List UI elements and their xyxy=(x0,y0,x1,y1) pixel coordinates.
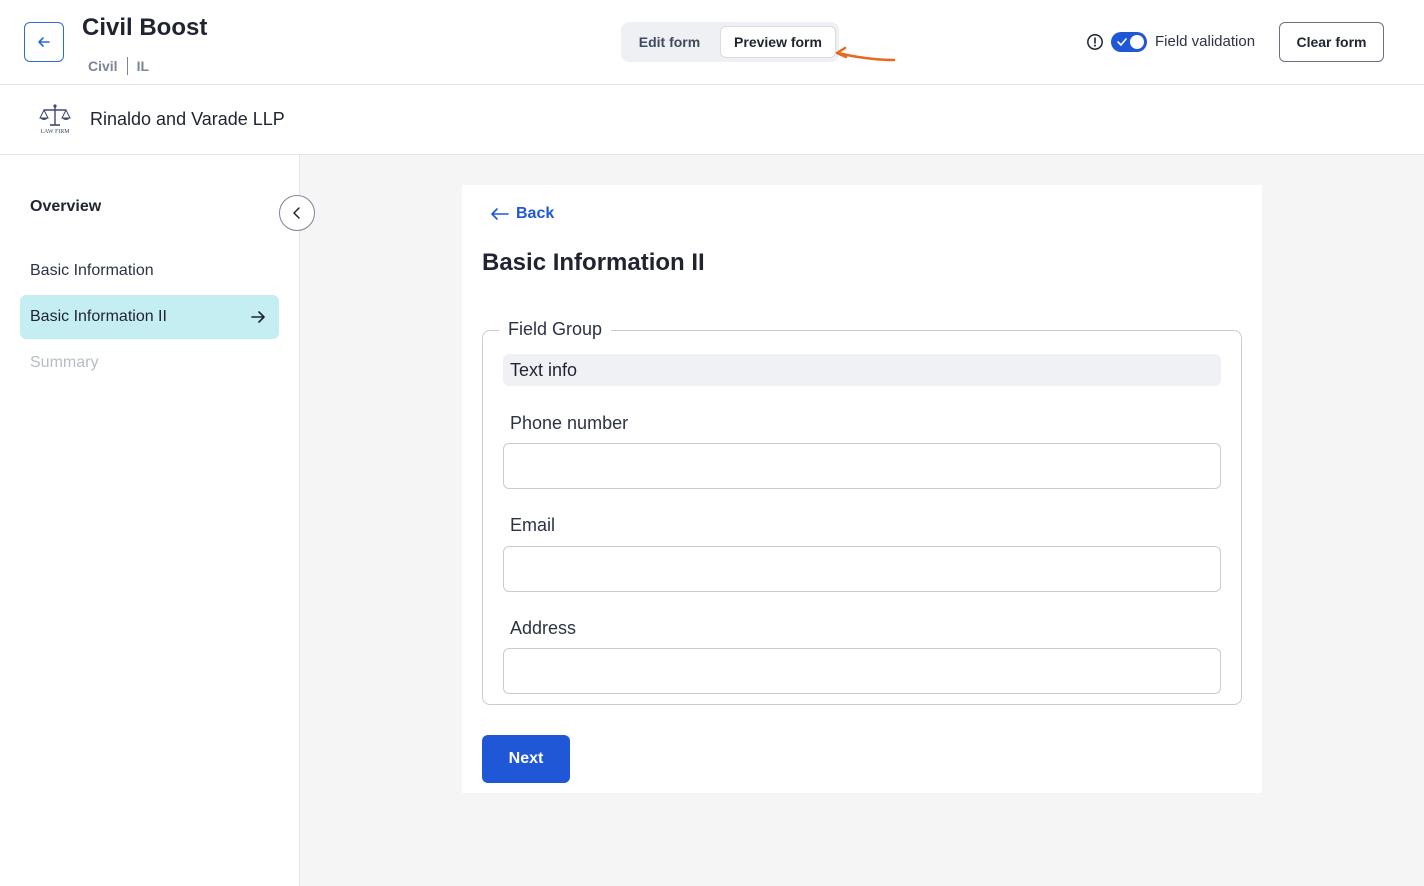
firm-bar: LAW FIRM Rinaldo and Varade LLP xyxy=(0,85,1424,155)
sidebar-item-label: Basic Information II xyxy=(30,308,167,325)
sidebar-item-basic-information[interactable]: Basic Information xyxy=(20,249,279,293)
address-label: Address xyxy=(510,618,577,638)
sidebar-heading: Overview xyxy=(30,198,102,215)
email-input[interactable] xyxy=(503,546,1221,592)
main-content: Back Basic Information II Field Group Te… xyxy=(300,155,1424,886)
sidebar-item-basic-information-ii[interactable]: Basic Information II xyxy=(20,295,279,339)
field-validation-label: Field validation xyxy=(1155,33,1256,50)
form-card: Back Basic Information II Field Group Te… xyxy=(462,185,1262,793)
back-link-label: Back xyxy=(516,205,555,222)
sidebar-item-label: Summary xyxy=(30,354,99,371)
email-label: Email xyxy=(510,515,556,535)
app-title: Civil Boost xyxy=(82,14,208,41)
breadcrumb-category: Civil xyxy=(88,58,118,74)
page-title: Basic Information II xyxy=(482,249,705,276)
logo-text: LAW FIRM xyxy=(40,129,70,135)
field-group: Field Group Text info Phone number Email… xyxy=(482,319,1242,705)
law-firm-logo-icon: LAW FIRM xyxy=(39,104,71,135)
breadcrumb-separator xyxy=(126,57,128,75)
check-icon xyxy=(1117,38,1127,46)
text-info-block: Text info xyxy=(503,354,1221,386)
address-input[interactable] xyxy=(503,648,1221,694)
arrow-right-icon xyxy=(251,311,265,323)
sidebar-item-label: Basic Information xyxy=(30,262,154,279)
back-link[interactable]: Back xyxy=(490,205,554,223)
phone-number-input[interactable] xyxy=(503,443,1221,489)
field-group-legend: Field Group xyxy=(499,319,612,340)
info-icon[interactable] xyxy=(1086,33,1104,51)
arrow-left-icon xyxy=(38,37,50,47)
annotation-arrow-icon xyxy=(835,46,896,62)
sidebar-item-summary: Summary xyxy=(20,341,279,385)
back-button[interactable] xyxy=(24,22,64,62)
clear-form-button[interactable]: Clear form xyxy=(1279,22,1384,62)
toggle-knob xyxy=(1130,35,1144,49)
collapse-sidebar-button[interactable] xyxy=(279,195,315,231)
tab-edit-form[interactable]: Edit form xyxy=(621,22,718,62)
field-validation-toggle[interactable] xyxy=(1111,32,1147,52)
breadcrumb: Civil IL xyxy=(88,57,149,75)
sidebar: Overview Basic Information Basic Informa… xyxy=(0,155,300,886)
mode-toggle: Edit form Preview form xyxy=(621,22,839,62)
tab-preview-form[interactable]: Preview form xyxy=(720,26,836,58)
chevron-left-icon xyxy=(293,207,300,219)
next-button[interactable]: Next xyxy=(482,735,570,783)
breadcrumb-state: IL xyxy=(136,58,150,74)
arrow-left-icon xyxy=(491,208,509,220)
top-header: Civil Boost Civil IL Edit form Preview f… xyxy=(0,0,1424,85)
firm-name: Rinaldo and Varade LLP xyxy=(90,109,285,129)
phone-number-label: Phone number xyxy=(510,413,629,433)
